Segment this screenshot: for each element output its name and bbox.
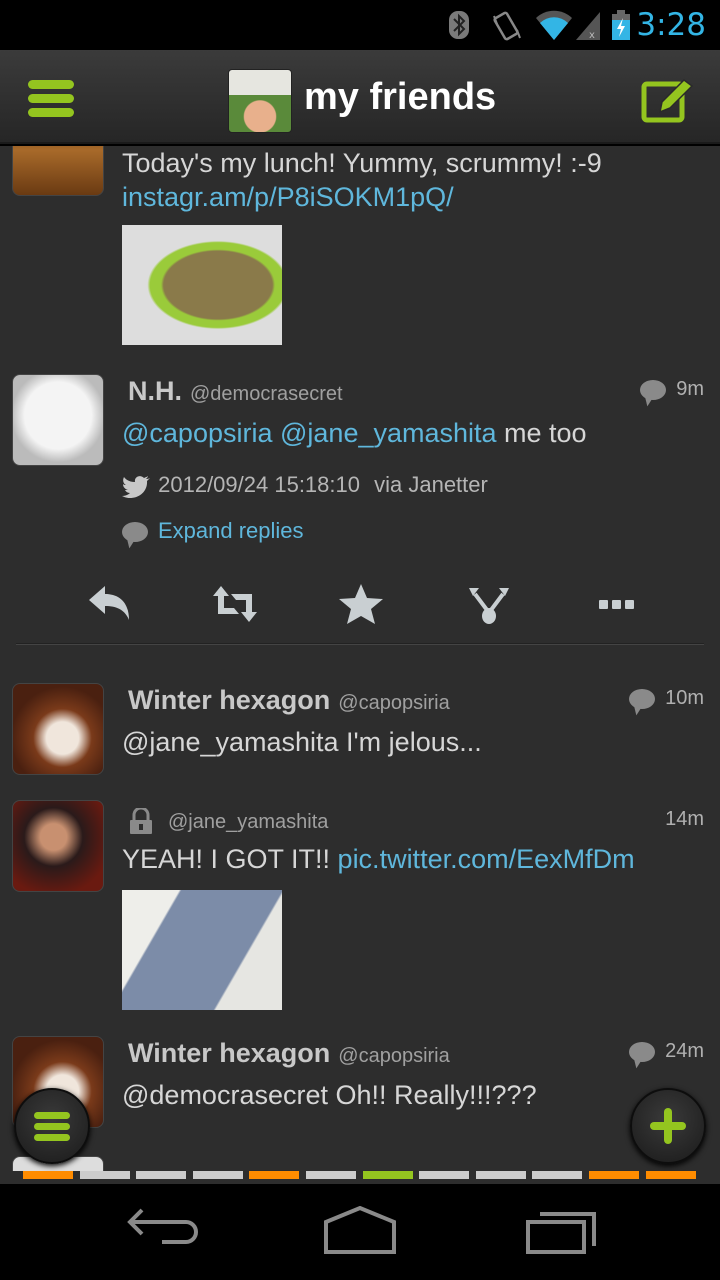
avatar[interactable] xyxy=(12,146,104,196)
favorite-star-icon xyxy=(339,584,383,624)
reply-bubble-icon xyxy=(640,379,667,400)
tweet-body: YEAH! I GOT IT!! pic.twitter.com/EexMfDm xyxy=(122,844,635,874)
mention-link[interactable]: @capopsiria xyxy=(122,418,272,448)
page-title[interactable]: my friends xyxy=(304,76,496,119)
reply-bubble-icon xyxy=(122,522,148,543)
tweet-meta: Winter hexagon @capopsiria xyxy=(128,1038,450,1069)
tabs-menu-button[interactable] xyxy=(14,1088,90,1164)
tweet-link[interactable]: instagr.am/p/P8iSOKM1pQ/ xyxy=(122,182,454,213)
back-button[interactable] xyxy=(122,1206,202,1256)
more-icon xyxy=(599,600,634,609)
share-fork-icon xyxy=(469,588,509,624)
user-handle[interactable]: @jane_yamashita xyxy=(168,811,328,833)
menu-button[interactable] xyxy=(28,80,76,118)
tab-indicator-segment[interactable] xyxy=(589,1171,639,1179)
avatar[interactable] xyxy=(12,683,104,775)
tweet-image-thumbnail[interactable] xyxy=(122,225,282,345)
tweet-meta: @jane_yamashita xyxy=(128,804,328,835)
tweet-body: Today's my lunch! Yummy, scrummy! :-9 xyxy=(122,148,602,178)
twitter-bird-icon xyxy=(122,476,150,499)
tab-indicator-segment[interactable] xyxy=(136,1171,187,1179)
home-icon xyxy=(324,1205,396,1254)
reply-bubble-icon xyxy=(629,1041,656,1062)
avatar[interactable] xyxy=(12,374,104,466)
tweet-source[interactable]: via Janetter xyxy=(374,472,488,497)
vibrate-icon xyxy=(493,11,521,41)
tab-indicator-segment[interactable] xyxy=(419,1171,470,1179)
timeline[interactable]: Today's my lunch! Yummy, scrummy! :-9 in… xyxy=(0,146,720,1180)
tweet-action-bar xyxy=(0,566,720,636)
user-handle[interactable]: @capopsiria xyxy=(338,692,449,714)
tweet-time: 9m xyxy=(640,378,704,401)
tab-indicator-segment[interactable] xyxy=(79,1171,130,1179)
reply-bubble-icon xyxy=(629,688,656,709)
tab-indicator-segment[interactable] xyxy=(249,1171,300,1179)
avatar[interactable] xyxy=(12,800,104,892)
tab-indicator-segment[interactable] xyxy=(532,1171,583,1179)
add-tab-button[interactable] xyxy=(630,1088,706,1164)
retweet-button[interactable] xyxy=(210,582,260,626)
tweet-body: @jane_yamashita I'm jelous... xyxy=(122,727,482,757)
system-nav-bar xyxy=(0,1184,720,1280)
recent-apps-icon xyxy=(526,1212,596,1254)
recent-apps-button[interactable] xyxy=(524,1206,604,1256)
back-icon xyxy=(127,1208,198,1244)
mention-link[interactable]: @jane_yamashita xyxy=(280,418,497,448)
retweet-icon xyxy=(213,586,257,622)
reply-icon xyxy=(89,586,129,620)
wifi-icon xyxy=(536,10,572,40)
tweet-time: 24m xyxy=(629,1040,704,1063)
tweet-meta: Winter hexagon @capopsiria xyxy=(128,685,450,716)
reply-button[interactable] xyxy=(84,582,134,626)
user-name[interactable]: Winter hexagon xyxy=(128,685,330,715)
user-name[interactable]: N.H. xyxy=(128,376,182,406)
svg-text:x: x xyxy=(589,30,595,40)
tweet-timestamp: 2012/09/24 15:18:10 xyxy=(158,472,360,497)
tweet-body: @capopsiria @jane_yamashita me too xyxy=(122,418,587,448)
add-plus-icon xyxy=(650,1108,686,1144)
tweet-link[interactable]: pic.twitter.com/EexMfDm xyxy=(338,844,635,874)
compose-edit-icon xyxy=(641,79,694,123)
tab-indicator-segment[interactable] xyxy=(192,1171,243,1179)
signal-no-sim-icon: x xyxy=(576,12,600,40)
tab-indicator-segment[interactable] xyxy=(645,1171,696,1179)
user-handle[interactable]: @democrasecret xyxy=(190,383,343,405)
tab-indicator-segment[interactable] xyxy=(306,1171,356,1179)
tweet-meta: N.H. @democrasecret xyxy=(128,376,343,407)
tab-indicator-segment[interactable] xyxy=(475,1171,526,1179)
clock: 3:28 xyxy=(636,7,706,43)
bluetooth-icon xyxy=(449,11,469,39)
share-button[interactable] xyxy=(464,582,514,626)
divider xyxy=(16,643,704,645)
more-button[interactable] xyxy=(592,582,642,626)
tweet-time: 10m xyxy=(629,687,704,710)
account-avatar[interactable] xyxy=(228,69,292,133)
tweet-image-thumbnail[interactable] xyxy=(122,890,282,1010)
battery-charging-icon xyxy=(612,10,630,40)
status-bar: x 3:28 xyxy=(0,0,720,50)
lock-protected-icon xyxy=(130,806,152,835)
tweet-body: @democrasecret Oh!! Really!!!??? xyxy=(122,1080,537,1110)
user-name[interactable]: Winter hexagon xyxy=(128,1038,330,1068)
tab-indicator-segment[interactable] xyxy=(23,1171,73,1179)
favorite-button[interactable] xyxy=(336,582,386,626)
tweet-timestamp-row: 2012/09/24 15:18:10 via Janetter xyxy=(122,472,488,499)
tab-indicator-segment[interactable] xyxy=(362,1171,413,1179)
tab-indicator-bar xyxy=(0,1171,720,1184)
compose-button[interactable] xyxy=(640,76,696,124)
tabs-menu-icon xyxy=(34,1112,70,1141)
tweet-time: 14m xyxy=(665,808,704,830)
user-handle[interactable]: @capopsiria xyxy=(338,1045,449,1067)
app-header: my friends xyxy=(0,50,720,144)
expand-replies-button[interactable]: Expand replies xyxy=(122,518,304,544)
home-button[interactable] xyxy=(320,1205,400,1256)
